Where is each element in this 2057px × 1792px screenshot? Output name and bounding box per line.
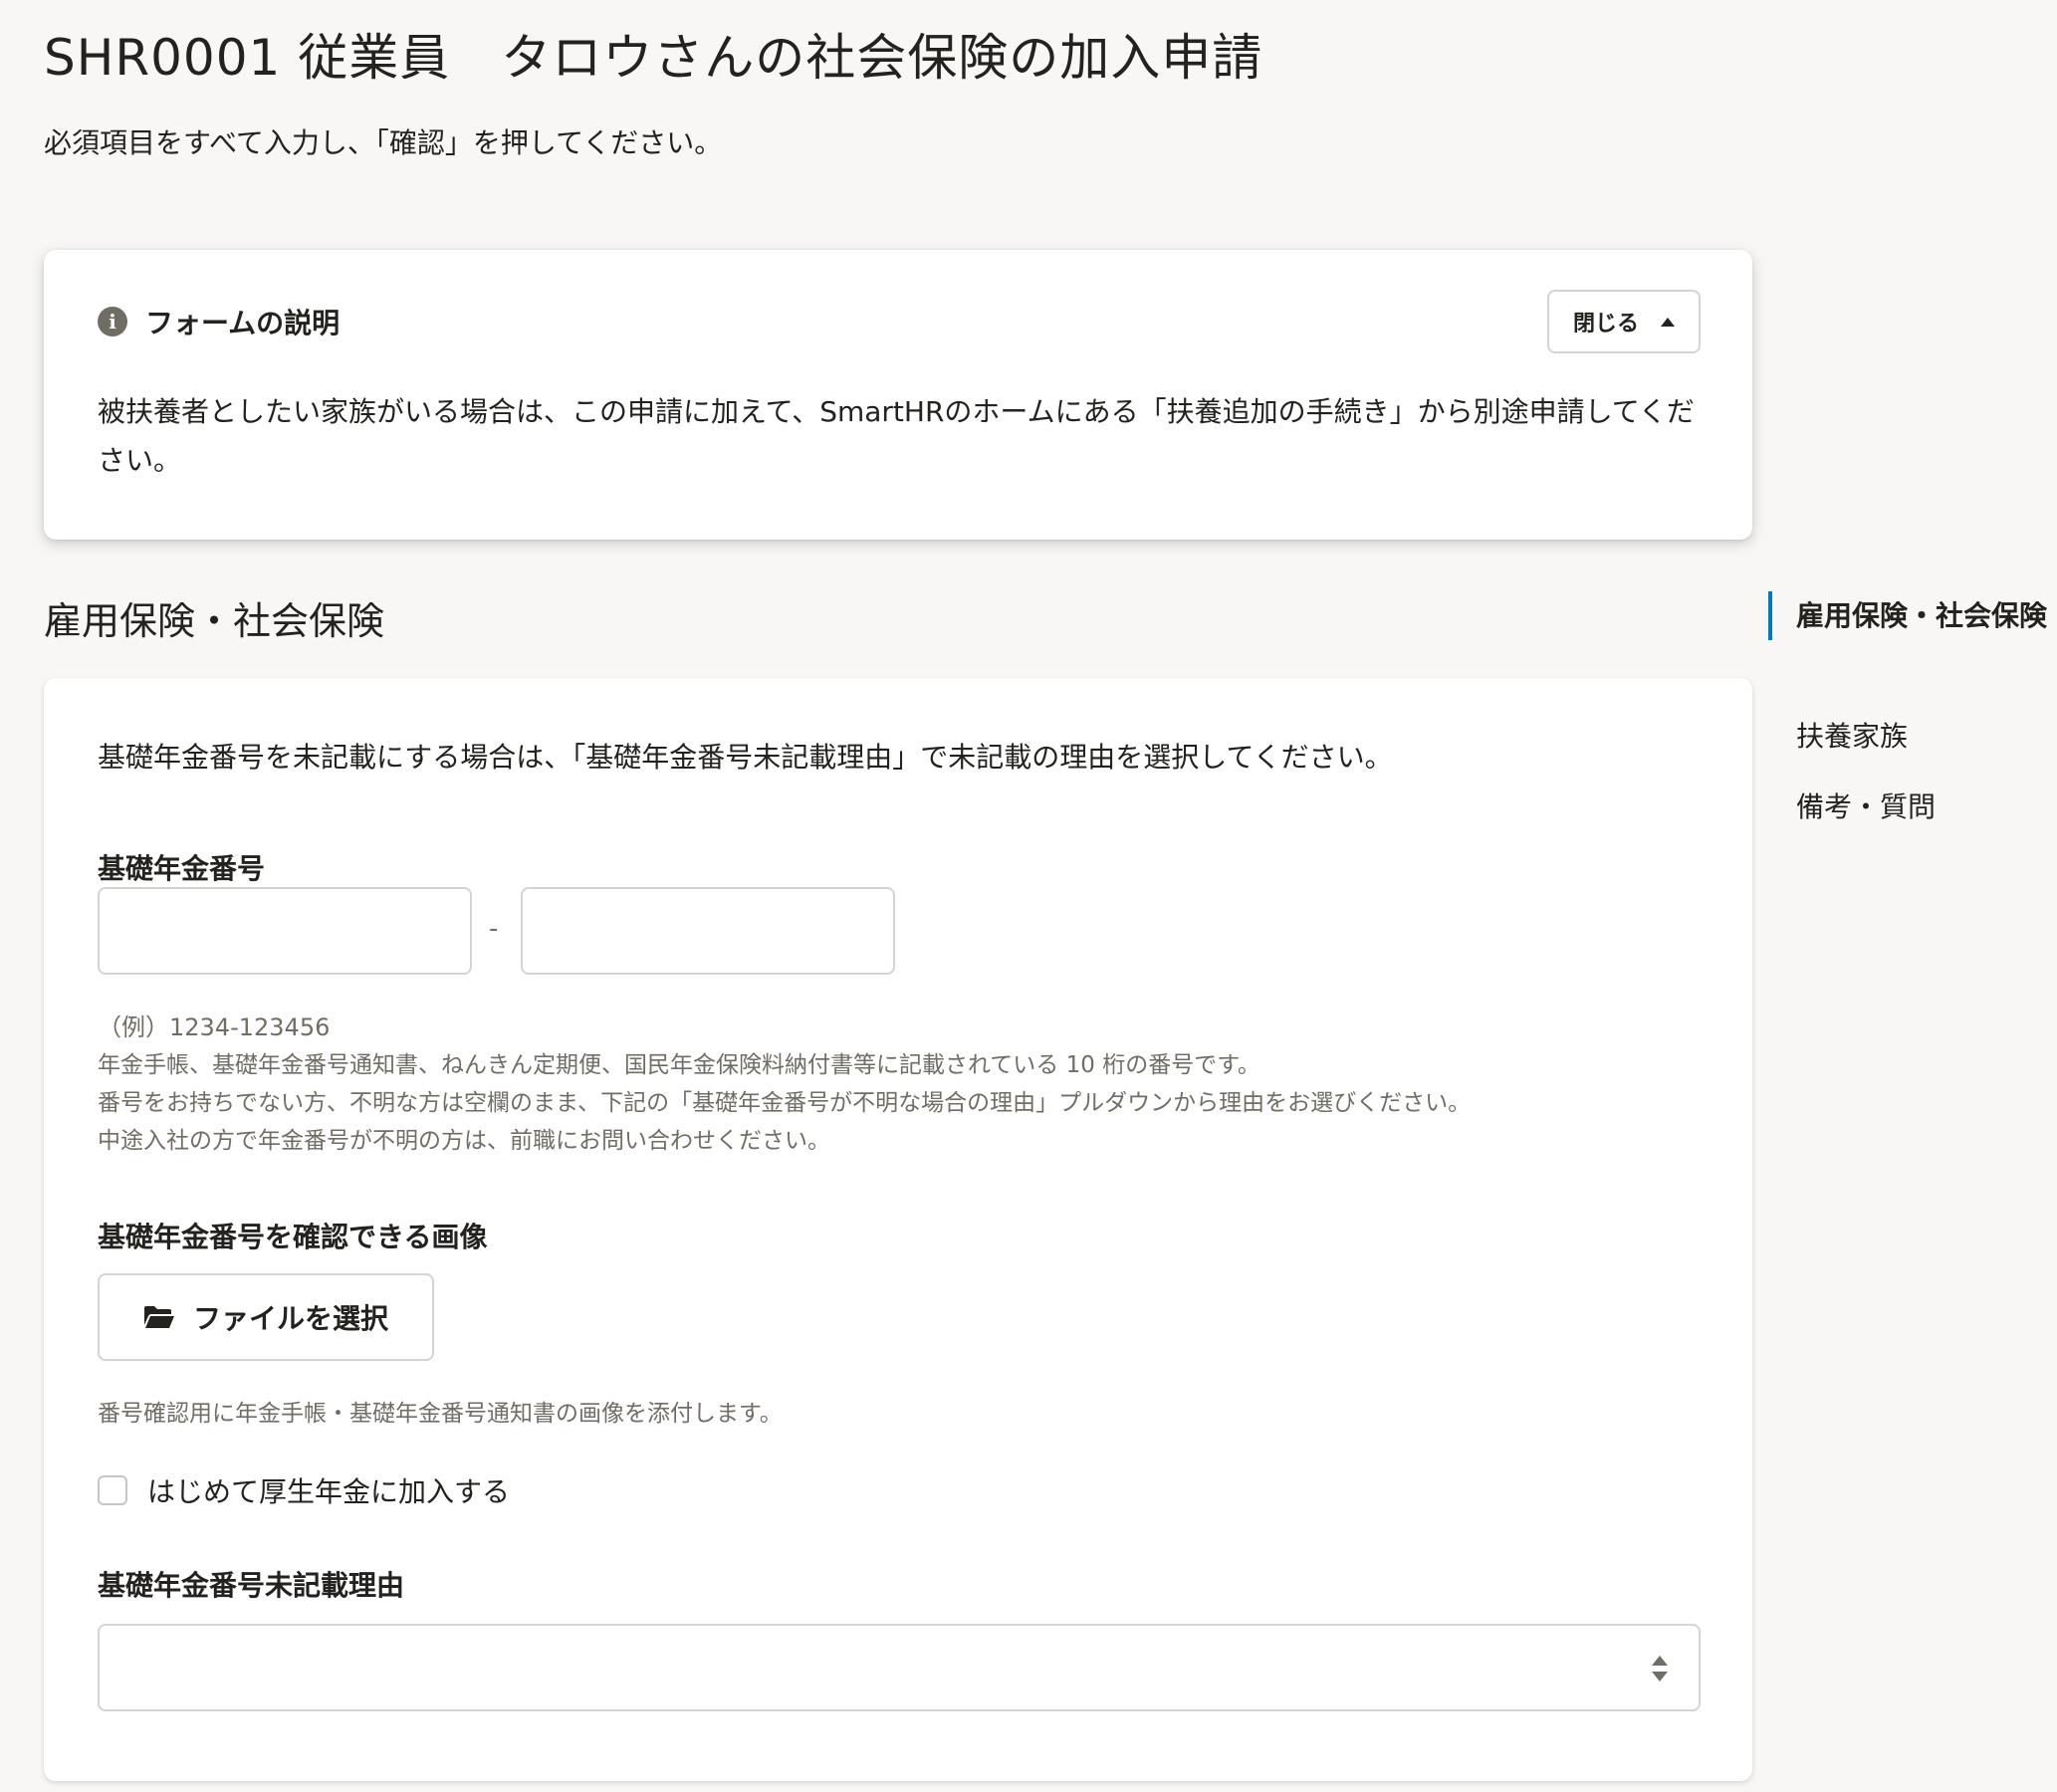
- page-title: SHR0001 従業員 タロウさんの社会保険の加入申請: [44, 29, 1263, 87]
- info-panel-title: フォームの説明: [145, 307, 341, 339]
- pension-image-hint: 番号確認用に年金手帳・基礎年金番号通知書の画像を添付します。: [98, 1401, 783, 1427]
- folder-open-icon: [143, 1306, 174, 1328]
- choose-file-button[interactable]: ファイルを選択: [98, 1273, 434, 1361]
- first-time-pension-checkbox[interactable]: [98, 1475, 127, 1505]
- pension-number-hint-1: 年金手帳、基礎年金番号通知書、ねんきん定期便、国民年金保険料納付書等に記載されて…: [98, 1052, 1260, 1078]
- pension-number-separator: -: [489, 914, 499, 944]
- close-panel-button[interactable]: 閉じる: [1547, 290, 1701, 353]
- section-heading: 雇用保険・社会保険: [44, 599, 385, 643]
- form-description-panel: i フォームの説明 閉じる 被扶養者としたい家族がいる場合は、この申請に加えて、…: [44, 250, 1752, 540]
- close-panel-label: 閉じる: [1572, 312, 1639, 336]
- section-lead: 基礎年金番号を未記載にする場合は、「基礎年金番号未記載理由」で未記載の理由を選択…: [98, 741, 1393, 774]
- pension-number-part2-input[interactable]: [521, 887, 895, 975]
- info-panel-header: i フォームの説明: [98, 302, 340, 341]
- pension-number-hint-3: 中途入社の方で年金番号が不明の方は、前職にお問い合わせください。: [98, 1128, 830, 1154]
- choose-file-label: ファイルを選択: [192, 1302, 388, 1335]
- nav-item-notes-questions[interactable]: 備考・質問: [1768, 783, 1936, 831]
- insurance-form-card: 基礎年金番号を未記載にする場合は、「基礎年金番号未記載理由」で未記載の理由を選択…: [44, 678, 1752, 1781]
- sort-arrows-icon: [1652, 1656, 1668, 1681]
- nav-item-employment-insurance[interactable]: 雇用保険・社会保険: [1768, 591, 2057, 640]
- nav-item-dependents[interactable]: 扶養家族: [1768, 712, 1908, 761]
- info-circle-icon: i: [98, 307, 127, 336]
- first-time-pension-row[interactable]: はじめて厚生年金に加入する: [98, 1470, 510, 1510]
- caret-up-icon: [1661, 317, 1675, 327]
- pension-number-label: 基礎年金番号: [98, 852, 266, 885]
- pension-image-label: 基礎年金番号を確認できる画像: [98, 1221, 488, 1253]
- page-lead: 必須項目をすべて入力し、「確認」を押してください。: [44, 126, 723, 159]
- pension-number-hint-2: 番号をお持ちでない方、不明な方は空欄のまま、下記の「基礎年金番号が不明な場合の理…: [98, 1090, 1472, 1116]
- pension-number-example: （例）1234-123456: [98, 1013, 331, 1041]
- info-panel-body: 被扶養者としたい家族がいる場合は、この申請に加えて、SmartHRのホームにある…: [98, 395, 1695, 477]
- pension-number-part1-input[interactable]: [98, 887, 472, 975]
- first-time-pension-label: はじめて厚生年金に加入する: [147, 1475, 511, 1508]
- page: SHR0001 従業員 タロウさんの社会保険の加入申請 必須項目をすべて入力し、…: [0, 0, 2057, 1792]
- missing-reason-select[interactable]: [98, 1624, 1701, 1711]
- missing-reason-label: 基礎年金番号未記載理由: [98, 1569, 405, 1602]
